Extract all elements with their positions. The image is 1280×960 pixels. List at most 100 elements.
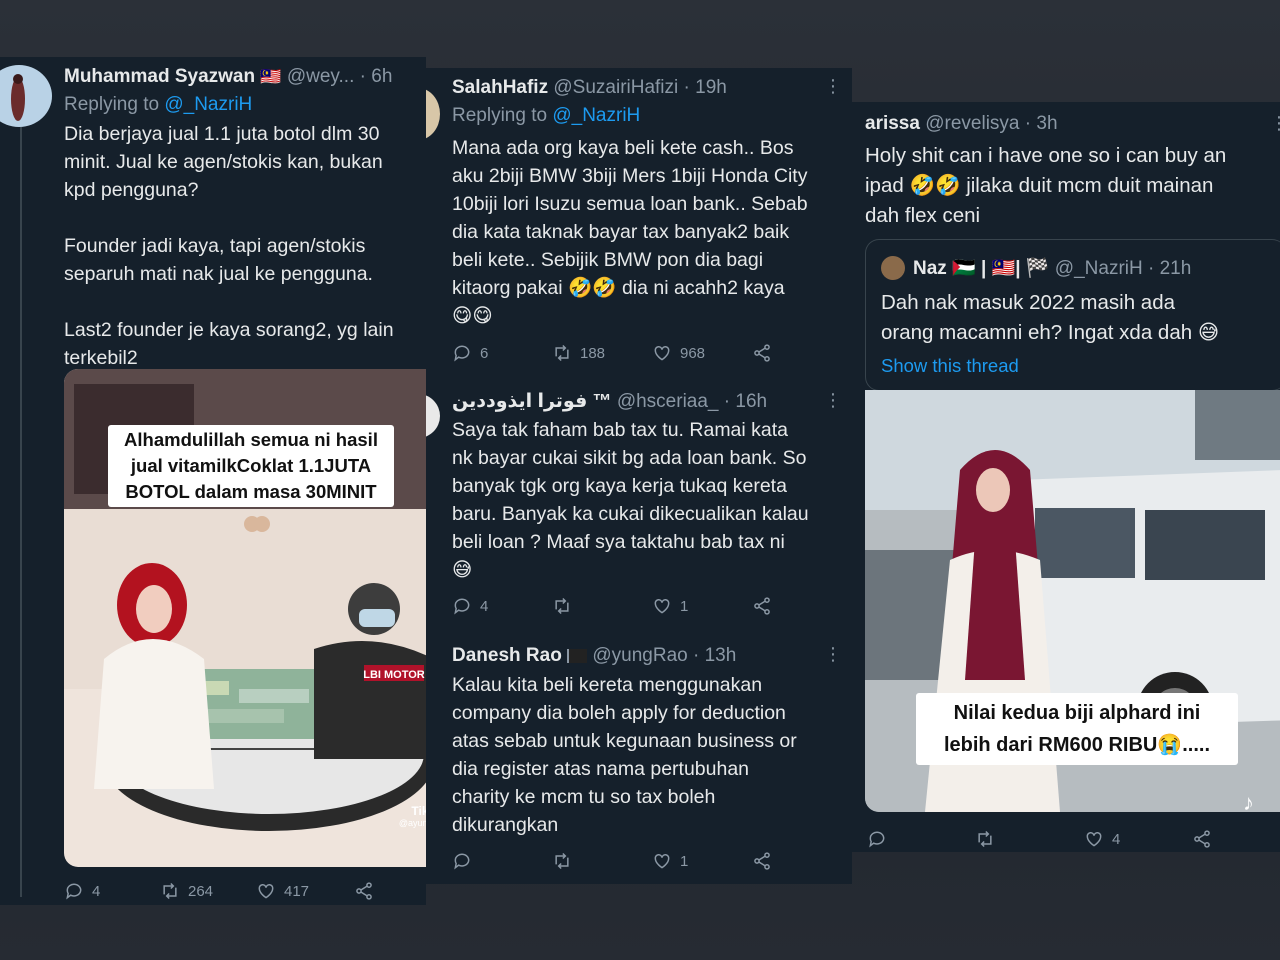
- heart-icon: [654, 598, 670, 614]
- share-button[interactable]: [752, 343, 772, 363]
- like-button[interactable]: 4: [1084, 829, 1120, 849]
- author-name[interactable]: arissa: [865, 113, 920, 134]
- share-button[interactable]: [354, 881, 374, 901]
- reply-icon: [66, 883, 82, 900]
- author-handle[interactable]: @hsceriaa_: [617, 391, 719, 412]
- tweet-card-1: Muhammad Syazwan 🇲🇾 @wey... · 6h Replyin…: [0, 57, 426, 905]
- reply-icon: [454, 598, 470, 615]
- share-button[interactable]: [1192, 829, 1212, 849]
- author-name[interactable]: Muhammad Syazwan: [64, 66, 255, 87]
- quoted-author-name: Naz 🇵🇸 | 🇲🇾| 🏁: [913, 258, 1050, 279]
- author-handle[interactable]: @yungRao: [592, 645, 687, 666]
- avatar[interactable]: [426, 88, 440, 140]
- more-options-icon[interactable]: ⋮: [824, 644, 842, 665]
- like-count: 968: [680, 344, 706, 362]
- video-caption: Nilai kedua biji alphard ini lebih dari …: [916, 693, 1238, 765]
- like-button[interactable]: 968: [652, 343, 705, 363]
- reply-button[interactable]: 4: [452, 596, 488, 616]
- retweet-icon: [555, 597, 569, 615]
- retweet-icon: [978, 830, 992, 848]
- reply-icon: [454, 853, 470, 870]
- like-count: 417: [284, 882, 310, 900]
- tweet-actions: 4: [867, 827, 1227, 851]
- tweet-time[interactable]: · 19h: [684, 77, 727, 98]
- like-button[interactable]: 417: [256, 881, 309, 901]
- share-button[interactable]: [752, 596, 772, 616]
- reply-button[interactable]: 4: [64, 881, 100, 901]
- retweet-count: 188: [580, 344, 606, 362]
- tiktok-icon: ♪: [389, 782, 426, 804]
- tweet-text: Holy shit can i have one so i can buy an…: [865, 144, 1227, 227]
- author-handle[interactable]: @revelisya: [925, 113, 1019, 134]
- like-button[interactable]: 1: [652, 851, 688, 871]
- author-name[interactable]: Danesh Rao: [452, 645, 562, 666]
- tiktok-handle: @ayunieso2: [398, 818, 426, 828]
- tweet-actions: 4 1: [452, 594, 812, 618]
- flag-icon: 🇲🇾: [260, 67, 282, 86]
- retweet-button[interactable]: [552, 851, 580, 871]
- retweet-button[interactable]: [975, 829, 1003, 849]
- reply-count: 4: [92, 882, 101, 900]
- heart-icon: [654, 345, 670, 361]
- tweet-text: Kalau kita beli kereta menggunakan compa…: [452, 674, 797, 836]
- share-icon: [1194, 830, 1210, 848]
- tweet-time[interactable]: · 16h: [724, 391, 767, 412]
- tweet-media-video[interactable]: Nilai kedua biji alphard ini lebih dari …: [865, 390, 1280, 812]
- retweet-button[interactable]: 188: [552, 343, 605, 363]
- thread-line: [20, 127, 22, 897]
- tweet-text: Saya tak faham bab tax tu. Ramai kata nk…: [452, 419, 809, 581]
- tweet-actions: 6 188 968: [452, 341, 812, 365]
- more-options-icon[interactable]: ⋮: [824, 76, 842, 97]
- like-count: 1: [680, 597, 689, 615]
- replying-label: Replying to: [452, 105, 548, 126]
- like-button[interactable]: 1: [652, 596, 688, 616]
- share-button[interactable]: [752, 851, 772, 871]
- show-thread-link[interactable]: Show this thread: [881, 355, 1019, 377]
- replying-label: Replying to: [64, 94, 160, 115]
- flag-icon: [567, 648, 588, 663]
- like-count: 4: [1112, 830, 1121, 848]
- tiktok-label: TikTok: [411, 804, 426, 818]
- retweet-icon: [555, 344, 569, 362]
- reply-count: 6: [480, 344, 489, 362]
- share-icon: [754, 852, 770, 870]
- shirt-logo-text: LBI MOTOR: [363, 669, 425, 681]
- reply-button[interactable]: [452, 851, 480, 871]
- replying-handle-link[interactable]: @_NazriH: [164, 94, 252, 115]
- tiktok-icon: ♪: [1243, 790, 1254, 812]
- tweet-time[interactable]: · 13h: [693, 645, 736, 666]
- reply-button[interactable]: [867, 829, 895, 849]
- author-handle[interactable]: @wey...: [287, 66, 355, 87]
- share-icon: [356, 882, 372, 900]
- reply-thread-panel: SalahHafiz @SuzairiHafizi · 19h ⋮ Replyi…: [426, 68, 852, 884]
- reply-count: 4: [480, 597, 489, 615]
- author-handle[interactable]: @SuzairiHafizi: [553, 77, 678, 98]
- author-name[interactable]: فوترا ايذوددين ™: [452, 391, 612, 412]
- video-caption: Alhamdulillah semua ni hasil jual vitami…: [108, 425, 394, 507]
- quote-tweet-card: arissa @revelisya · 3h ⋮ Holy shit can i…: [852, 102, 1280, 852]
- avatar[interactable]: [0, 65, 52, 127]
- share-icon: [754, 597, 770, 615]
- tweet-media-video[interactable]: LBI MOTOR Alhamdulillah semua ni hasil j…: [64, 369, 426, 867]
- author-name[interactable]: SalahHafiz: [452, 77, 548, 98]
- tweet-time[interactable]: · 3h: [1025, 113, 1058, 134]
- replying-handle-link[interactable]: @_NazriH: [552, 105, 640, 126]
- avatar: [881, 256, 905, 280]
- tweet-time[interactable]: · 6h: [360, 66, 393, 87]
- retweet-button[interactable]: [552, 596, 580, 616]
- quoted-author-handle: @_NazriH: [1054, 258, 1143, 279]
- reply-button[interactable]: 6: [452, 343, 488, 363]
- share-icon: [754, 344, 770, 362]
- retweet-button[interactable]: 264: [160, 881, 213, 901]
- heart-icon: [1086, 831, 1102, 847]
- quoted-tweet-text: Dah nak masuk 2022 masih ada orang macam…: [881, 291, 1220, 344]
- more-options-icon[interactable]: ⋮: [824, 390, 842, 411]
- quoted-tweet[interactable]: Naz 🇵🇸 | 🇲🇾| 🏁 @_NazriH · 21h Dah nak ma…: [865, 239, 1280, 391]
- more-options-icon[interactable]: ⋮: [1270, 113, 1280, 134]
- heart-icon: [654, 853, 670, 869]
- avatar[interactable]: [426, 394, 440, 438]
- like-count: 1: [680, 852, 689, 870]
- tweet-text: Dia berjaya jual 1.1 juta botol dlm 30 m…: [64, 123, 394, 369]
- tiktok-watermark: ♪ TikTok @ayunieso2: [389, 782, 426, 828]
- reply-icon: [869, 831, 885, 848]
